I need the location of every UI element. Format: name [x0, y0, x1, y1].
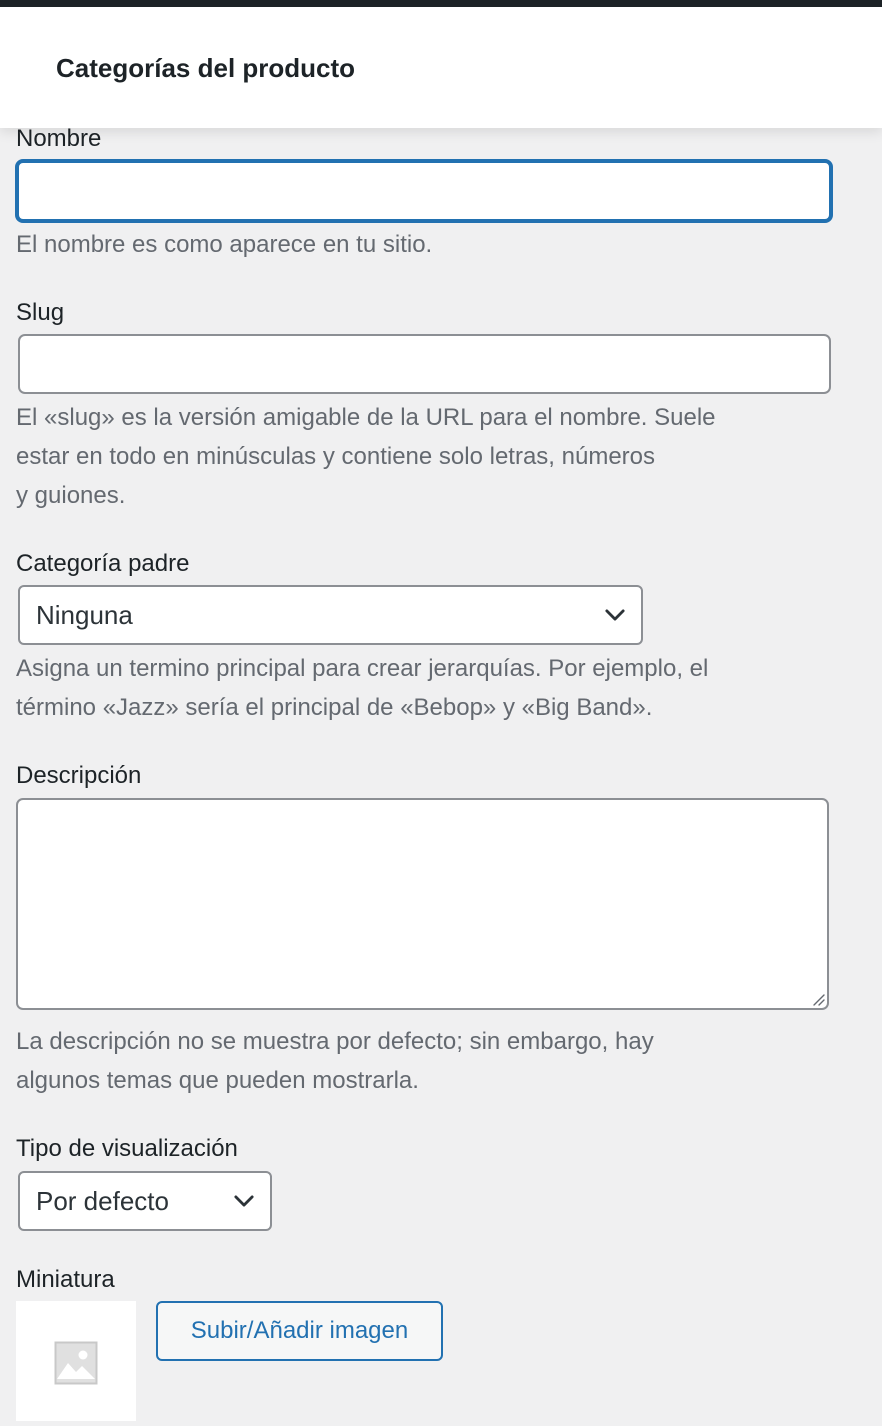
name-input[interactable] [16, 160, 832, 222]
page-header: Categorías del producto [0, 7, 882, 128]
display-type-select[interactable]: Por defecto [18, 1171, 272, 1231]
slug-help-line: y guiones. [16, 482, 126, 509]
slug-help: El «slug» es la versión amigable de la U… [16, 398, 856, 515]
slug-help-line: El «slug» es la versión amigable de la U… [16, 404, 716, 431]
upload-image-button[interactable]: Subir/Añadir imagen [156, 1301, 443, 1361]
description-help: La descripción no se muestra por defecto… [16, 1022, 866, 1100]
slug-input[interactable] [18, 334, 831, 394]
parent-help: Asigna un termino principal para crear j… [16, 649, 866, 727]
parent-label: Categoría padre [16, 550, 190, 577]
description-help-line: algunos temas que pueden mostrarla. [16, 1067, 419, 1094]
name-label: Nombre [16, 125, 102, 152]
description-textarea[interactable] [16, 798, 829, 1010]
thumbnail-preview [16, 1301, 136, 1421]
parent-help-line: Asigna un termino principal para crear j… [16, 655, 709, 682]
slug-label: Slug [16, 299, 65, 326]
description-label: Descripción [16, 762, 142, 789]
name-help: El nombre es como aparece en tu sitio. [16, 231, 433, 258]
admin-bar [0, 0, 882, 7]
display-type-value: Por defecto [36, 1185, 169, 1216]
description-help-line: La descripción no se muestra por defecto… [16, 1028, 654, 1055]
chevron-down-icon [234, 1195, 254, 1207]
parent-category-select[interactable]: Ninguna [18, 585, 643, 645]
image-placeholder-icon [54, 1341, 98, 1385]
slug-help-line: estar en todo en minúsculas y contiene s… [16, 443, 656, 470]
resize-grip-icon[interactable] [811, 992, 825, 1006]
chevron-down-icon [605, 609, 625, 621]
page-title: Categorías del producto [56, 53, 356, 83]
thumbnail-label: Miniatura [16, 1266, 115, 1293]
parent-category-value: Ninguna [36, 599, 133, 630]
display-type-label: Tipo de visualización [16, 1135, 238, 1162]
parent-help-line: término «Jazz» sería el principal de «Be… [16, 694, 653, 721]
